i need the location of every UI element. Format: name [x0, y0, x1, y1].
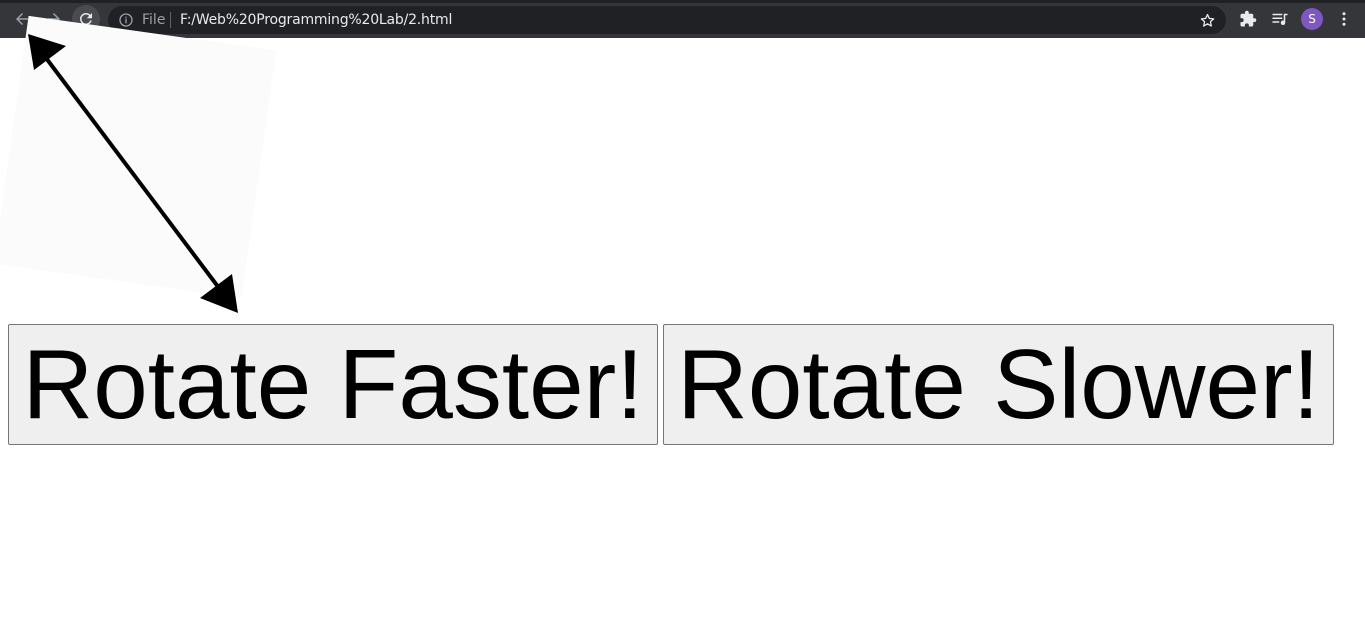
rotate-faster-button[interactable]: Rotate Faster! [8, 324, 658, 445]
extensions-button[interactable] [1238, 9, 1258, 29]
double-arrow-icon [28, 34, 238, 313]
menu-icon [1342, 12, 1346, 26]
rotate-slower-button[interactable]: Rotate Slower! [663, 324, 1334, 445]
url-text[interactable]: F:/Web%20Programming%20Lab/2.html [180, 12, 452, 28]
browser-toolbar: File F:/Web%20Programming%20Lab/2.html S [0, 0, 1365, 38]
info-icon[interactable] [118, 12, 134, 28]
menu-button[interactable] [1334, 9, 1354, 29]
omnibox-divider [170, 12, 171, 28]
scheme-label: File [142, 12, 166, 28]
media-button[interactable] [1270, 9, 1290, 29]
star-icon[interactable] [1199, 12, 1216, 29]
address-bar[interactable]: File F:/Web%20Programming%20Lab/2.html [108, 6, 1226, 34]
extensions-icon [1240, 10, 1257, 27]
profile-avatar[interactable]: S [1301, 8, 1323, 30]
media-icon [1272, 13, 1288, 26]
